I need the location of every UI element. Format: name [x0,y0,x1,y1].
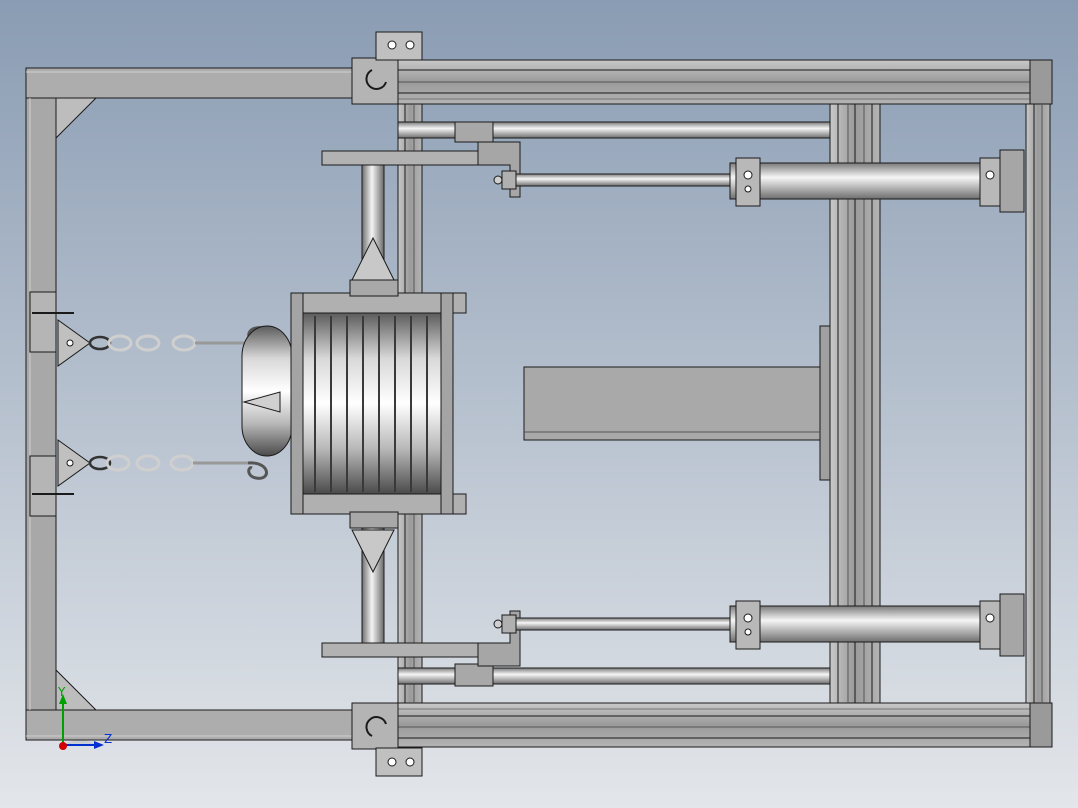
drum-clamp-block-top [349,279,399,297]
right-frame-end-post[interactable] [1025,103,1051,704]
drum-cage-left [290,292,304,515]
right-frame-bottom-rail[interactable] [394,702,1051,748]
clamp-arm-bottom[interactable] [321,642,491,658]
triad-label-z: Z [104,732,112,746]
cylinder-top-rod-nut [501,170,517,190]
left-frame-mount-plate-upper [29,291,57,353]
cad-viewport[interactable]: Y Z [0,0,1078,808]
cylinder-bottom-front-cap [735,600,761,650]
cylinder-top-port-2 [744,185,752,193]
top-rail-end-cap [1029,59,1053,105]
cylinder-bottom-rod-nut [501,614,517,634]
drum-body[interactable] [302,312,442,495]
cylinder-top-rod-end [493,175,503,185]
triad-label-y: Y [57,685,66,699]
cylinder-top-mount [999,149,1025,213]
pivot-bracket-bottom-bolt-2 [405,757,415,767]
pivot-bracket-bottom[interactable] [351,702,399,750]
pivot-bracket-bottom-bolt [387,757,397,767]
cylinder-top-port [743,170,753,180]
cylinder-top-front-cap [735,157,761,207]
bottom-rail-end-cap [1029,702,1053,748]
cylinder-bottom-rod-end [493,619,503,629]
guide-rod-bottom-slider[interactable] [454,663,494,687]
pivot-bracket-bottom-tab [375,747,423,777]
cylinder-top-rod[interactable] [511,173,733,187]
drum-clamp-block-bottom [349,511,399,529]
pivot-bracket-top-bolt [387,40,397,50]
pad-backing-plate [819,325,831,481]
guide-rod-top-slider[interactable] [454,121,494,143]
left-frame-mount-plate-lower [29,455,57,517]
chain-shackle-hole-upper [66,339,74,347]
pad-block[interactable] [523,366,821,441]
cylinder-bottom-mount [999,593,1025,657]
clamp-arm-top[interactable] [321,150,491,166]
pivot-bracket-top-tab [375,31,423,61]
cylinder-bottom-barrel[interactable] [729,605,1001,643]
pivot-bracket-top-bolt-2 [405,40,415,50]
pivot-bracket-top[interactable] [351,57,399,105]
chain-shackle-hole-lower [66,459,74,467]
drum-hub[interactable] [241,325,293,457]
cylinder-bottom-port [743,613,753,623]
drum-cage-bottom-bar[interactable] [290,493,467,515]
cylinder-bottom-port-2 [744,628,752,636]
drum-cage-right [440,292,454,515]
cylinder-bottom-rear-port [985,613,995,623]
cylinder-top-barrel[interactable] [729,162,1001,200]
triad-x-origin [59,742,67,750]
cylinder-bottom-rod[interactable] [511,617,733,631]
cylinder-top-rear-port [985,170,995,180]
